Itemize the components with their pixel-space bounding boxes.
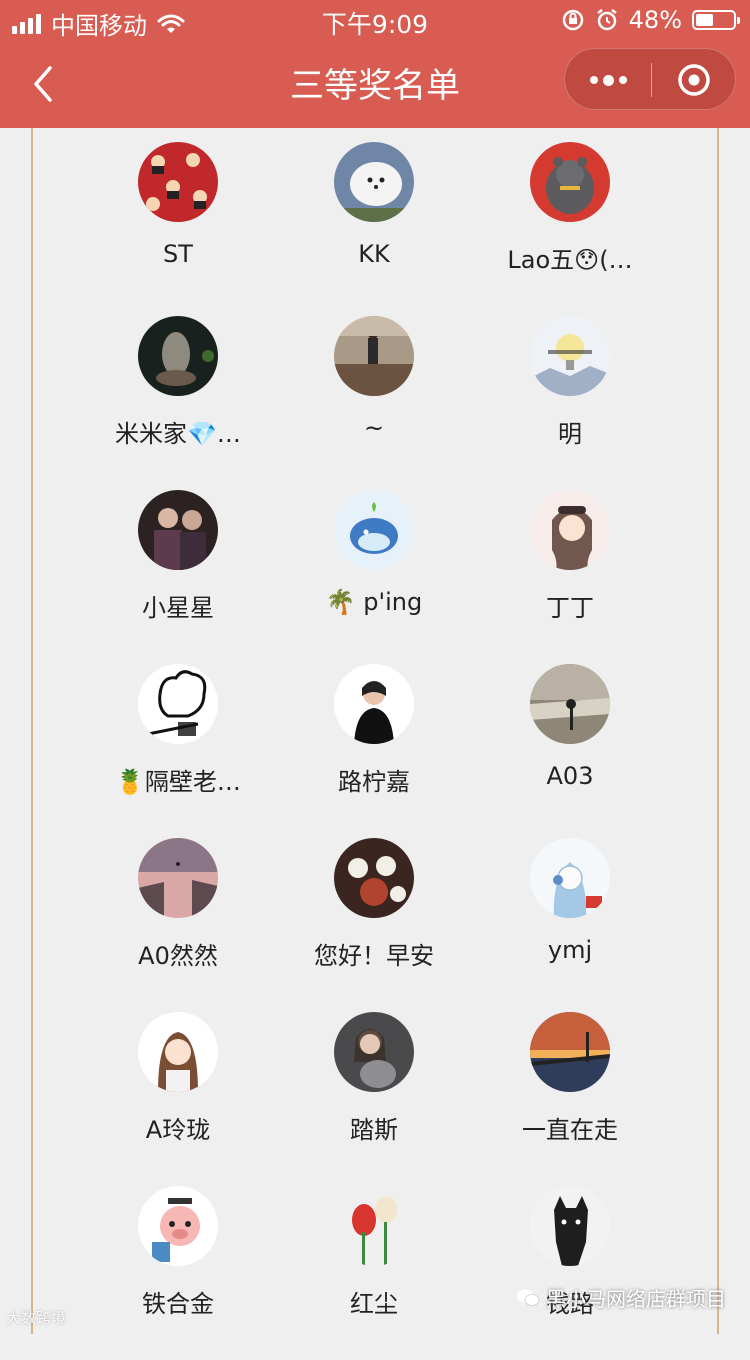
watermark-right: 黑小马网络店群项目: [516, 1283, 726, 1312]
winner-item[interactable]: 🍍隔壁老…: [80, 664, 276, 838]
winner-name: 小星星: [142, 594, 214, 622]
orientation-lock-icon: [562, 9, 583, 31]
winner-name: 米米家💎…: [115, 420, 241, 448]
winner-item[interactable]: KK: [276, 142, 472, 316]
watermark-right-text: 黑小马网络店群项目: [546, 1287, 726, 1311]
landscape-bw-avatar: [530, 664, 610, 744]
header-bar: 中国移动 下午9:09 48% 三等奖名单: [0, 0, 750, 128]
winner-name: KK: [358, 240, 390, 268]
cartoon-girl-avatar: [530, 490, 610, 570]
alarm-icon: [596, 9, 617, 31]
winner-item[interactable]: ~: [276, 316, 472, 490]
cartoon-woman-avatar: [138, 1012, 218, 1092]
tea-set-avatar: [334, 838, 414, 918]
winner-name: 踏斯: [350, 1116, 398, 1144]
winner-name: A03: [546, 762, 594, 790]
close-button[interactable]: [651, 49, 737, 111]
headphone-girl-avatar: [530, 838, 610, 918]
winner-item[interactable]: 小星星: [80, 490, 276, 664]
winner-item[interactable]: 丁丁: [472, 490, 668, 664]
winner-item[interactable]: A0然然: [80, 838, 276, 1012]
winner-item[interactable]: Lao五😯(…: [472, 142, 668, 316]
winner-name: 🍍隔壁老…: [115, 768, 241, 796]
bulldog-avatar: [530, 1186, 610, 1266]
winner-item[interactable]: 🌴 p'ing: [276, 490, 472, 664]
winner-item[interactable]: 明: [472, 316, 668, 490]
winner-name: 丁丁: [546, 594, 594, 622]
mini-program-capsule: [564, 48, 736, 110]
winner-name: A0然然: [138, 942, 218, 970]
winner-name: ymj: [547, 936, 593, 964]
winner-item[interactable]: A玲珑: [80, 1012, 276, 1186]
winner-item[interactable]: ST: [80, 142, 276, 316]
dot: [618, 76, 627, 84]
dark-sculpture-avatar: [138, 316, 218, 396]
wechat-icon: [517, 1289, 540, 1306]
cliff-sunset-avatar: [138, 838, 218, 918]
status-bar: 中国移动 下午9:09 48%: [0, 0, 750, 40]
battery-icon: [692, 10, 740, 30]
winner-name: 红尘: [350, 1290, 398, 1318]
bear-avatar: [530, 142, 610, 222]
white-dog-avatar: [334, 142, 414, 222]
red-pattern-avatar: [138, 142, 218, 222]
family-photo-avatar: [138, 490, 218, 570]
winner-item[interactable]: A03: [472, 664, 668, 838]
bridge-sunset-avatar: [530, 1012, 610, 1092]
winner-grid: ST KK Lao五😯(… 米米家💎… ~ 明小星星 🌴 p'ing 丁丁 🍍隔壁老… 路柠嘉 A0…: [80, 142, 670, 1360]
more-button[interactable]: [565, 49, 651, 111]
winner-name: A玲珑: [145, 1116, 211, 1144]
winner-name: 明: [558, 420, 582, 448]
winner-item[interactable]: 一直在走: [472, 1012, 668, 1186]
whale-avatar: [334, 490, 414, 570]
winner-item[interactable]: 踏斯: [276, 1012, 472, 1186]
dot: [589, 76, 598, 84]
dot: [602, 74, 614, 86]
cartoon-pig-avatar: [138, 1186, 218, 1266]
winner-name: 一直在走: [522, 1116, 618, 1144]
watermark-left: 大数跨境: [6, 1309, 67, 1327]
winner-item[interactable]: 您好！早安: [276, 838, 472, 1012]
winner-name: 🌴 p'ing: [325, 588, 423, 616]
woman-portrait-avatar: [334, 664, 414, 744]
sketch-bear-avatar: [138, 664, 218, 744]
title-bar: 三等奖名单: [0, 40, 750, 128]
winner-name: 路柠嘉: [338, 768, 410, 796]
winner-item[interactable]: ymj: [472, 838, 668, 1012]
target-close-icon: [678, 64, 710, 96]
winner-name: Lao五😯(…: [507, 246, 633, 274]
winner-name: 您好！早安: [314, 942, 434, 970]
lightbulb-avatar: [530, 316, 610, 396]
battery-percent: 48%: [628, 6, 682, 34]
winner-name: ST: [163, 240, 193, 268]
winner-item[interactable]: 米米家💎…: [80, 316, 276, 490]
winner-item[interactable]: 路柠嘉: [276, 664, 472, 838]
winner-name: 铁合金: [142, 1290, 214, 1318]
winner-name: ~: [363, 414, 385, 442]
woman-with-cat-avatar: [334, 1012, 414, 1092]
tulip-avatar: [334, 1186, 414, 1266]
person-walking-avatar: [334, 316, 414, 396]
